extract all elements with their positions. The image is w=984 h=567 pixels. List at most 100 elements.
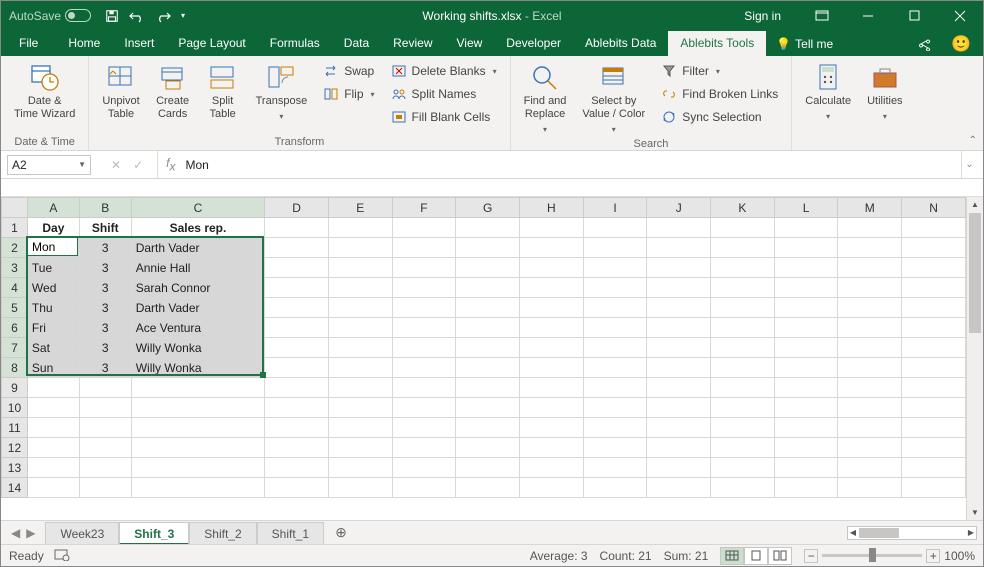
cell-J6[interactable] xyxy=(647,318,711,338)
cell-A12[interactable] xyxy=(27,438,79,458)
cell-I3[interactable] xyxy=(583,258,647,278)
sheet-tab-Shift_3[interactable]: Shift_3 xyxy=(119,522,189,545)
cell-C2[interactable]: Darth Vader xyxy=(131,238,265,258)
cell-J4[interactable] xyxy=(647,278,711,298)
unpivot-table-button[interactable]: Unpivot Table xyxy=(95,58,146,122)
cell-L11[interactable] xyxy=(774,418,838,438)
cell-M8[interactable] xyxy=(838,358,902,378)
cell-N3[interactable] xyxy=(902,258,966,278)
select-by-value-button[interactable]: Select by Value / Color▾ xyxy=(575,58,652,137)
column-header-L[interactable]: L xyxy=(774,198,838,218)
cell-B10[interactable] xyxy=(79,398,131,418)
scroll-up-icon[interactable]: ▲ xyxy=(967,197,983,212)
column-header-M[interactable]: M xyxy=(838,198,902,218)
cell-G4[interactable] xyxy=(456,278,520,298)
cell-G1[interactable] xyxy=(456,218,520,238)
row-header-8[interactable]: 8 xyxy=(2,358,28,378)
cell-C3[interactable]: Annie Hall xyxy=(131,258,265,278)
cell-E10[interactable] xyxy=(328,398,392,418)
cell-J10[interactable] xyxy=(647,398,711,418)
scroll-down-icon[interactable]: ▼ xyxy=(967,505,983,520)
cell-K3[interactable] xyxy=(711,258,775,278)
cell-C12[interactable] xyxy=(131,438,265,458)
cell-G14[interactable] xyxy=(456,478,520,498)
find-replace-button[interactable]: Find and Replace▾ xyxy=(517,58,574,137)
zoom-level[interactable]: 100% xyxy=(944,549,975,563)
cell-M2[interactable] xyxy=(838,238,902,258)
cell-E14[interactable] xyxy=(328,478,392,498)
cell-G11[interactable] xyxy=(456,418,520,438)
column-header-B[interactable]: B xyxy=(79,198,131,218)
cell-J9[interactable] xyxy=(647,378,711,398)
cell-F8[interactable] xyxy=(392,358,456,378)
cell-N11[interactable] xyxy=(902,418,966,438)
macro-recorder-icon[interactable] xyxy=(54,548,70,564)
cell-F6[interactable] xyxy=(392,318,456,338)
cell-I7[interactable] xyxy=(583,338,647,358)
transpose-button[interactable]: Transpose▾ xyxy=(249,58,315,124)
create-cards-button[interactable]: Create Cards xyxy=(149,58,197,122)
autosave-toggle[interactable]: AutoSave xyxy=(9,9,91,23)
column-header-G[interactable]: G xyxy=(456,198,520,218)
save-icon[interactable] xyxy=(105,9,119,23)
cell-A2[interactable]: Mon xyxy=(27,238,79,258)
cell-K2[interactable] xyxy=(711,238,775,258)
cell-C4[interactable]: Sarah Connor xyxy=(131,278,265,298)
split-names-button[interactable]: Split Names xyxy=(384,83,504,105)
cell-K1[interactable] xyxy=(711,218,775,238)
cell-L5[interactable] xyxy=(774,298,838,318)
row-header-14[interactable]: 14 xyxy=(2,478,28,498)
normal-view-button[interactable] xyxy=(720,547,744,565)
cell-L2[interactable] xyxy=(774,238,838,258)
column-header-F[interactable]: F xyxy=(392,198,456,218)
cell-I12[interactable] xyxy=(583,438,647,458)
qat-customize-icon[interactable]: ▾ xyxy=(181,11,185,20)
cell-N12[interactable] xyxy=(902,438,966,458)
tab-insert[interactable]: Insert xyxy=(112,31,166,56)
cell-H6[interactable] xyxy=(520,318,584,338)
flip-button[interactable]: Flip▾ xyxy=(316,83,381,105)
cell-F4[interactable] xyxy=(392,278,456,298)
cell-E2[interactable] xyxy=(328,238,392,258)
column-header-H[interactable]: H xyxy=(520,198,584,218)
cell-D10[interactable] xyxy=(265,398,329,418)
cell-M1[interactable] xyxy=(838,218,902,238)
cell-G2[interactable] xyxy=(456,238,520,258)
tab-file[interactable]: File xyxy=(5,31,52,56)
row-header-7[interactable]: 7 xyxy=(2,338,28,358)
cell-D3[interactable] xyxy=(265,258,329,278)
redo-icon[interactable] xyxy=(155,9,171,23)
cell-F5[interactable] xyxy=(392,298,456,318)
cell-N10[interactable] xyxy=(902,398,966,418)
cell-K10[interactable] xyxy=(711,398,775,418)
cell-N9[interactable] xyxy=(902,378,966,398)
cell-E9[interactable] xyxy=(328,378,392,398)
new-sheet-button[interactable]: ⊕ xyxy=(330,524,352,541)
cell-N13[interactable] xyxy=(902,458,966,478)
cell-M11[interactable] xyxy=(838,418,902,438)
cell-J2[interactable] xyxy=(647,238,711,258)
cell-H3[interactable] xyxy=(520,258,584,278)
cell-A4[interactable]: Wed xyxy=(27,278,79,298)
cell-F12[interactable] xyxy=(392,438,456,458)
cell-J14[interactable] xyxy=(647,478,711,498)
cell-K7[interactable] xyxy=(711,338,775,358)
cell-M4[interactable] xyxy=(838,278,902,298)
zoom-slider[interactable] xyxy=(822,554,922,557)
cell-B4[interactable]: 3 xyxy=(79,278,131,298)
cell-K14[interactable] xyxy=(711,478,775,498)
collapse-ribbon-icon[interactable]: ⌃ xyxy=(969,135,977,146)
cell-F3[interactable] xyxy=(392,258,456,278)
cell-F7[interactable] xyxy=(392,338,456,358)
cell-J5[interactable] xyxy=(647,298,711,318)
cell-I9[interactable] xyxy=(583,378,647,398)
cell-F10[interactable] xyxy=(392,398,456,418)
cell-C11[interactable] xyxy=(131,418,265,438)
vertical-scrollbar[interactable]: ▲ ▼ xyxy=(966,197,983,520)
cell-D13[interactable] xyxy=(265,458,329,478)
cell-E7[interactable] xyxy=(328,338,392,358)
calculate-button[interactable]: Calculate▾ xyxy=(798,58,858,124)
cell-E1[interactable] xyxy=(328,218,392,238)
cell-F11[interactable] xyxy=(392,418,456,438)
cell-E11[interactable] xyxy=(328,418,392,438)
